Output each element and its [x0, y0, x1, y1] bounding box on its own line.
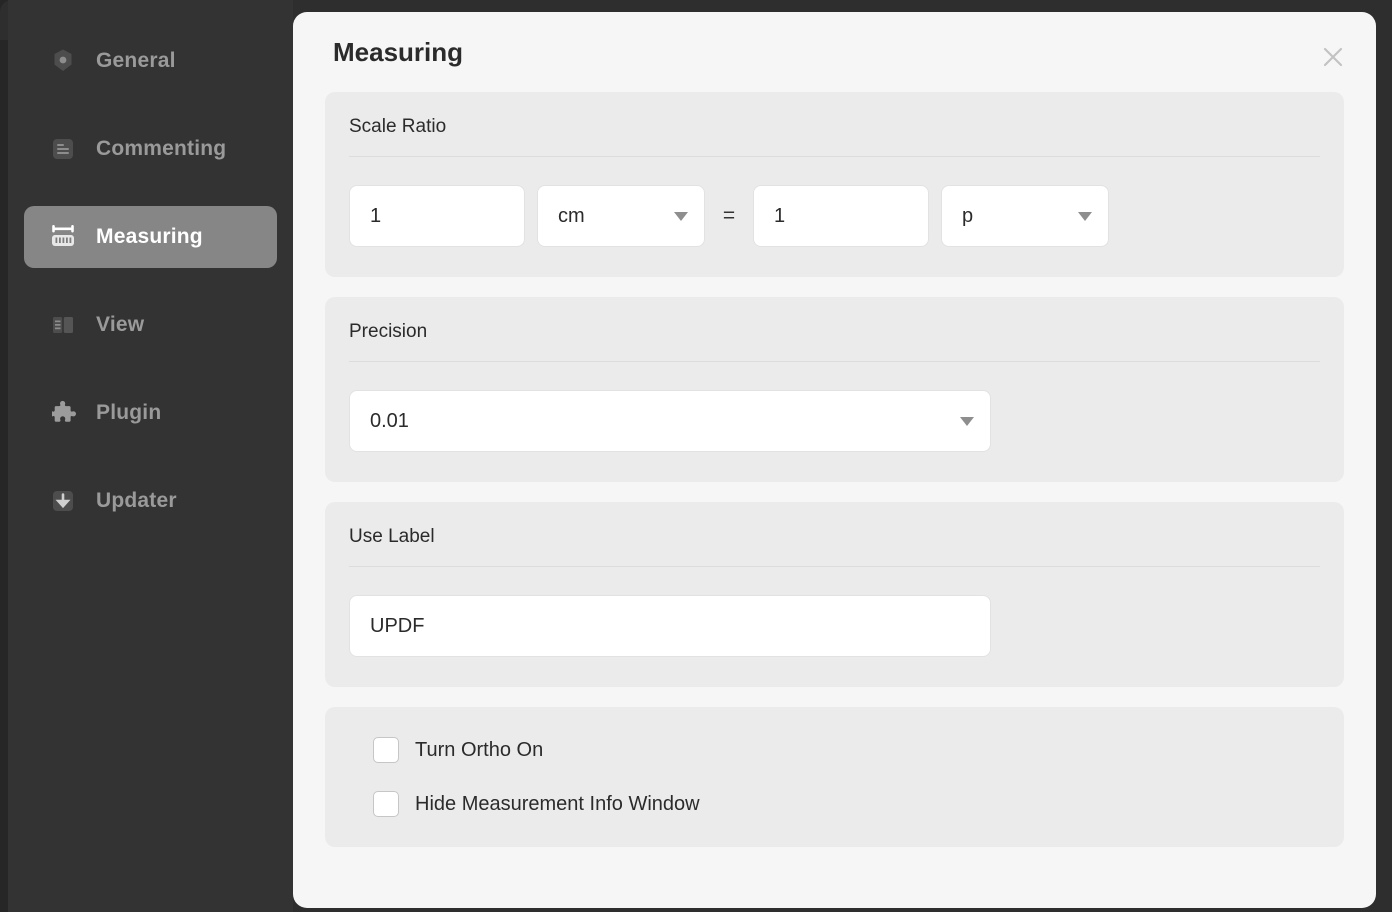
window-left-edge — [0, 0, 8, 912]
use-label-controls: UPDF — [349, 567, 1320, 687]
app-window: General Commenting Measuring View Plugin… — [0, 0, 1392, 912]
dialog-body: Scale Ratio 1 cm = 1 p Precision 0.01 Us… — [293, 92, 1376, 847]
use-label-title: Use Label — [349, 526, 435, 547]
book-icon — [48, 310, 78, 340]
turn-ortho-on-label: Turn Ortho On — [415, 738, 544, 761]
equals-sign: = — [722, 204, 736, 227]
sidebar-item-label: Updater — [96, 489, 177, 512]
scale-ratio-controls: 1 cm = 1 p — [349, 157, 1320, 277]
precision-value-text: 0.01 — [370, 409, 409, 432]
scale-right-value-text: 1 — [774, 204, 786, 227]
scale-left-value-input[interactable]: 1 — [349, 185, 525, 247]
sidebar-item-label: Plugin — [96, 401, 162, 424]
measuring-settings-dialog: Measuring Scale Ratio 1 cm = 1 p Precisi… — [293, 12, 1376, 908]
options-panel: Turn Ortho On Hide Measurement Info Wind… — [325, 707, 1344, 847]
use-label-value-text: UPDF — [370, 614, 425, 637]
ruler-icon — [48, 222, 78, 252]
use-label-input[interactable]: UPDF — [349, 595, 991, 657]
scale-ratio-panel: Scale Ratio 1 cm = 1 p — [325, 92, 1344, 277]
scale-right-unit-select[interactable]: p — [941, 185, 1109, 247]
settings-sidebar: General Commenting Measuring View Plugin… — [8, 0, 293, 912]
precision-panel: Precision 0.01 — [325, 297, 1344, 482]
comment-doc-icon — [48, 134, 78, 164]
sidebar-item-view[interactable]: View — [24, 294, 277, 356]
scale-ratio-title: Scale Ratio — [349, 116, 447, 137]
turn-ortho-on-checkbox[interactable] — [373, 737, 399, 763]
scale-left-value-text: 1 — [370, 204, 382, 227]
sidebar-item-commenting[interactable]: Commenting — [24, 118, 277, 180]
close-icon[interactable] — [1316, 40, 1350, 74]
precision-select[interactable]: 0.01 — [349, 390, 991, 452]
puzzle-icon — [48, 398, 78, 428]
scale-right-value-input[interactable]: 1 — [753, 185, 929, 247]
checkbox-row-turn-ortho-on[interactable]: Turn Ortho On — [373, 737, 1320, 763]
sidebar-item-label: General — [96, 49, 176, 72]
scale-right-unit-text: p — [962, 204, 974, 227]
sidebar-item-label: Measuring — [96, 225, 203, 248]
hide-measurement-info-window-checkbox[interactable] — [373, 791, 399, 817]
scale-left-unit-text: cm — [558, 204, 585, 227]
sidebar-item-plugin[interactable]: Plugin — [24, 382, 277, 444]
chevron-down-icon — [960, 416, 974, 426]
scale-left-unit-select[interactable]: cm — [537, 185, 705, 247]
page-title: Measuring — [333, 36, 464, 67]
sidebar-item-general[interactable]: General — [24, 30, 277, 92]
checkbox-row-hide-measurement-info-window[interactable]: Hide Measurement Info Window — [373, 791, 1320, 817]
sidebar-item-updater[interactable]: Updater — [24, 470, 277, 532]
precision-title: Precision — [349, 321, 428, 342]
dialog-header: Measuring — [293, 12, 1376, 92]
hide-measurement-info-window-label: Hide Measurement Info Window — [415, 792, 700, 815]
sidebar-item-measuring[interactable]: Measuring — [24, 206, 277, 268]
chevron-down-icon — [1078, 211, 1092, 221]
precision-controls: 0.01 — [349, 362, 1320, 482]
chevron-down-icon — [674, 211, 688, 221]
gear-icon — [48, 46, 78, 76]
sidebar-item-label: Commenting — [96, 137, 227, 160]
sidebar-item-label: View — [96, 313, 145, 336]
download-icon — [48, 486, 78, 516]
use-label-panel: Use Label UPDF — [325, 502, 1344, 687]
